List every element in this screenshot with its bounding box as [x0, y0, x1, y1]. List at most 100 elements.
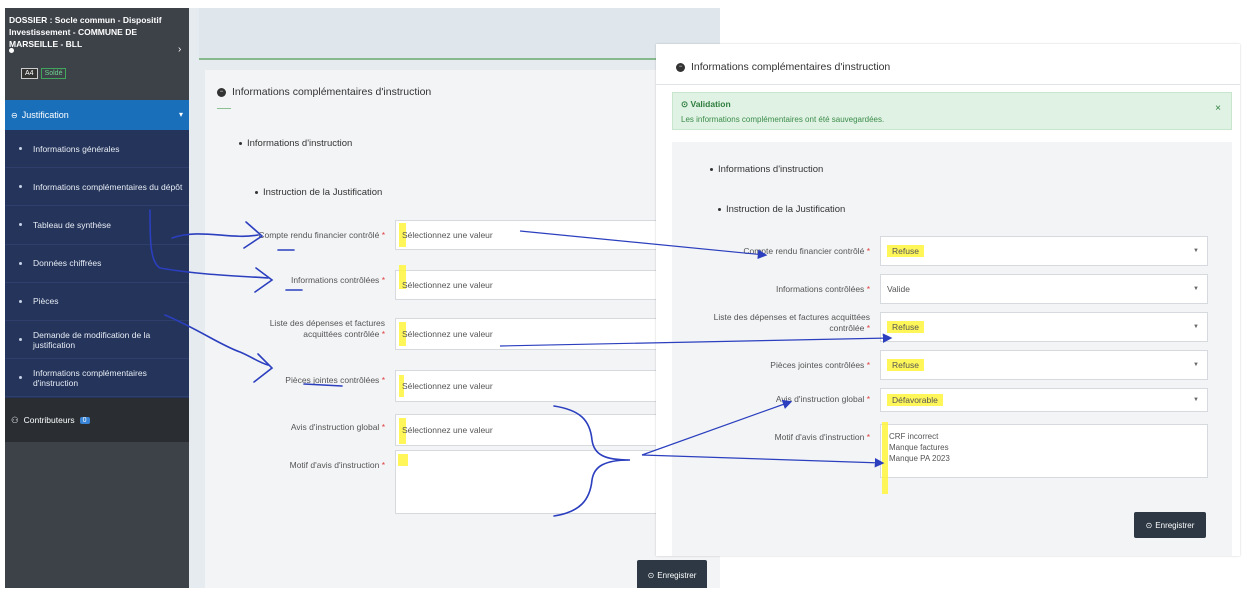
select-value: Sélectionnez une valeur — [402, 280, 493, 290]
field-label: Liste des dépenses et factures acquittée… — [269, 318, 385, 339]
section-title: Informations d'instruction — [247, 138, 353, 149]
section-title: Justification — [21, 110, 69, 120]
caret-down-icon: ▼ — [1193, 324, 1199, 330]
bullet-icon — [19, 299, 22, 303]
bullet-icon — [19, 223, 22, 227]
select-value: Refuse — [887, 359, 924, 371]
alert-title: ⊙ Validation — [681, 99, 731, 109]
field-label: Pièces jointes contrôlées * — [770, 360, 870, 370]
informations-select[interactable]: Valide ▼ — [880, 274, 1208, 304]
panel-header[interactable]: − Informations complémentaires d'instruc… — [676, 61, 890, 73]
bullet-icon — [710, 168, 713, 171]
caret-down-icon: ▼ — [1193, 362, 1199, 368]
sidebar-footer — [5, 442, 189, 588]
select-value: Sélectionnez une valeur — [402, 381, 493, 391]
badges: A4 Soldé — [21, 68, 67, 79]
right-form-panel: Informations d'instruction Instruction d… — [672, 142, 1232, 556]
section-title: Informations d'instruction — [718, 164, 824, 175]
save-button[interactable]: ⊙ Enregistrer — [1134, 512, 1206, 538]
section-informations-instruction[interactable]: Informations d'instruction — [239, 138, 352, 149]
field-label: Avis d'instruction global * — [290, 422, 385, 432]
field-label: Compte rendu financier contrôlé * — [743, 246, 870, 256]
field-label: Avis d'instruction global * — [775, 394, 870, 404]
divider — [656, 84, 1240, 85]
sidebar-item-informations-instruction[interactable]: Informations complémentaires d'instructi… — [5, 359, 189, 398]
select-value: Refuse — [887, 321, 924, 333]
circle-minus-icon: − — [676, 62, 685, 72]
section-title: Instruction de la Justification — [263, 187, 383, 198]
sidebar-item-informations-generales[interactable]: Informations générales — [5, 130, 189, 169]
left-form-panel: − Informations complémentaires d'instruc… — [205, 70, 720, 588]
caret-down-icon: ▼ — [1193, 286, 1199, 292]
section-instruction-justification[interactable]: Instruction de la Justification — [718, 204, 845, 215]
sidebar-item-demande-modification[interactable]: Demande de modification de la justificat… — [5, 321, 189, 360]
chevron-down-icon: ▾ — [178, 110, 183, 119]
sidebar-item-label: Tableau de synthèse — [33, 219, 111, 230]
sidebar: DOSSIER : Socle commun - Dispositif Inve… — [5, 8, 189, 588]
sidebar-item-label: Données chiffrées — [33, 258, 102, 269]
panel-title: Informations complémentaires d'instructi… — [232, 86, 432, 98]
field-label: Motif d'avis d'instruction * — [774, 432, 870, 442]
code-badge: A4 — [21, 68, 38, 79]
left-main-content: − Informations complémentaires d'instruc… — [189, 8, 720, 588]
save-icon: ⊙ — [647, 570, 655, 580]
sidebar-item-informations-depot[interactable]: Informations complémentaires du dépôt — [5, 168, 189, 207]
sidebar-item-pieces[interactable]: Pièces — [5, 283, 189, 321]
sidebar-item-label: Informations complémentaires du dépôt — [33, 181, 183, 192]
sidebar-item-label: Informations générales — [33, 143, 120, 154]
users-icon: ⚇ — [11, 414, 19, 425]
check-circle-icon: ⊙ — [681, 99, 689, 109]
sidebar-item-donnees-chiffrees[interactable]: Données chiffrées — [5, 245, 189, 283]
avis-select[interactable]: Défavorable ▼ — [880, 388, 1208, 412]
sidebar-item-label: Pièces — [33, 296, 59, 307]
highlight-mark — [882, 422, 888, 494]
save-icon: ⊙ — [1145, 520, 1153, 530]
section-informations-instruction[interactable]: Informations d'instruction — [710, 164, 823, 175]
contributors-link[interactable]: ⚇ Contributeurs 0 — [5, 398, 189, 442]
divider — [217, 108, 231, 109]
sidebar-section-justification[interactable]: ⊖ Justification ▾ — [5, 100, 189, 130]
pieces-select[interactable]: Refuse ▼ — [880, 350, 1208, 380]
panel-header[interactable]: − Informations complémentaires d'instruc… — [217, 86, 431, 98]
contributors-label: Contributeurs — [23, 415, 75, 425]
field-label: Pièces jointes contrôlées * — [285, 375, 385, 385]
top-band — [199, 8, 720, 60]
left-screenshot: DOSSIER : Socle commun - Dispositif Inve… — [5, 8, 720, 588]
motif-textarea[interactable]: CRF incorrect Manque factures Manque PA … — [880, 424, 1208, 478]
sidebar-item-label: Demande de modification de la justificat… — [33, 329, 151, 350]
select-value: Sélectionnez une valeur — [402, 329, 493, 339]
save-label: Enregistrer — [657, 570, 697, 580]
bullet-icon — [19, 376, 22, 380]
bullet-icon — [19, 147, 22, 150]
sidebar-nav: Informations générales Informations comp… — [5, 130, 189, 398]
dossier-title: DOSSIER : Socle commun - Dispositif Inve… — [9, 15, 162, 49]
depenses-select[interactable]: Refuse ▼ — [880, 312, 1208, 342]
select-value: Sélectionnez une valeur — [402, 230, 493, 240]
bullet-icon — [718, 208, 721, 211]
bullet-icon — [239, 142, 242, 145]
select-value: Refuse — [887, 245, 924, 257]
sidebar-item-label: Informations complémentaires d'instructi… — [33, 367, 147, 388]
chevron-right-icon[interactable]: › — [178, 44, 181, 55]
close-icon[interactable]: × — [1215, 103, 1221, 114]
bullet-icon — [19, 261, 22, 265]
composite-screenshot: DOSSIER : Socle commun - Dispositif Inve… — [0, 0, 1243, 590]
panel-title: Informations complémentaires d'instructi… — [691, 61, 891, 73]
field-label: Informations contrôlées * — [290, 275, 385, 285]
sidebar-item-tableau-synthese[interactable]: Tableau de synthèse — [5, 206, 189, 245]
section-instruction-justification[interactable]: Instruction de la Justification — [255, 187, 382, 198]
circle-minus-icon: ⊖ — [11, 110, 18, 120]
select-value: Valide — [887, 284, 910, 294]
bullet-icon — [255, 191, 258, 194]
bullet-icon — [19, 337, 22, 341]
validation-alert: ⊙ Validation Les informations complément… — [672, 92, 1232, 130]
caret-down-icon: ▼ — [1193, 248, 1199, 254]
circle-minus-icon: − — [217, 87, 226, 97]
compte-rendu-select[interactable]: Refuse ▼ — [880, 236, 1208, 266]
section-title: Instruction de la Justification — [726, 204, 846, 215]
highlight-mark — [398, 454, 408, 466]
status-dot-icon — [9, 48, 14, 53]
save-button[interactable]: ⊙ Enregistrer — [637, 560, 707, 588]
select-value: Sélectionnez une valeur — [402, 425, 493, 435]
save-label: Enregistrer — [1155, 520, 1195, 530]
